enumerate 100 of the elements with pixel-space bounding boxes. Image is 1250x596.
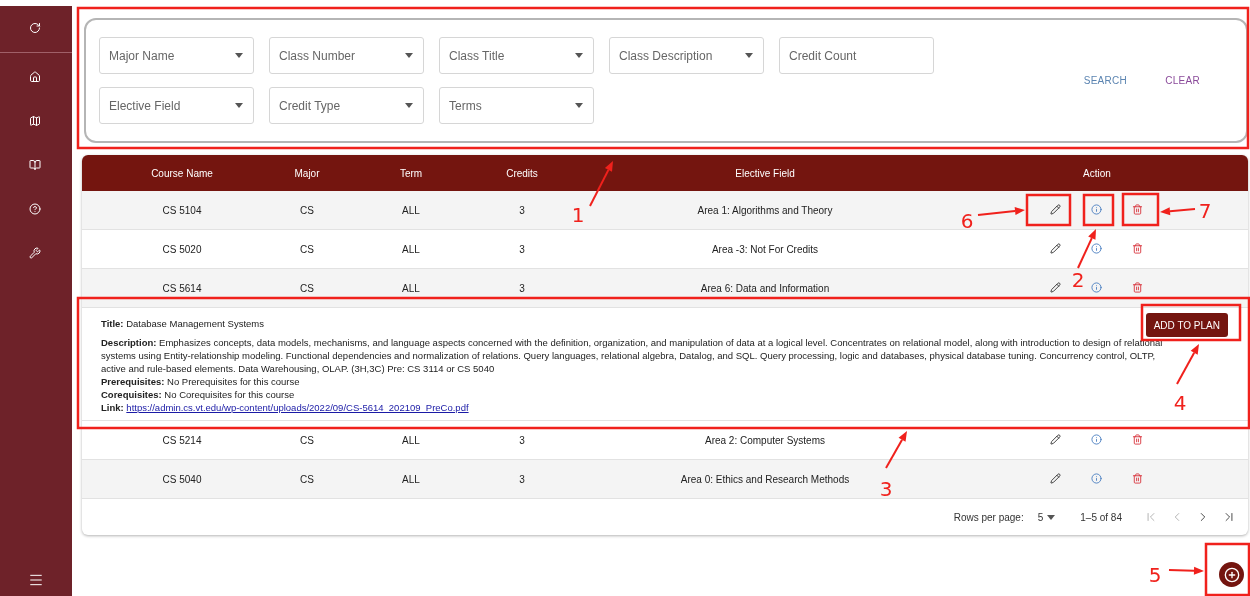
info-icon[interactable]	[1091, 204, 1103, 216]
caret-icon	[745, 53, 753, 58]
table-cell: ALL	[402, 473, 420, 485]
table-cell: CS 5040	[162, 473, 202, 485]
page-range: 1–5 of 84	[1080, 511, 1122, 523]
annotation-number: 7	[1198, 199, 1212, 223]
help-icon[interactable]	[29, 203, 43, 217]
table-cell: Area 2: Computer Systems	[704, 434, 825, 446]
table-cell: CS 5104	[162, 204, 202, 216]
course-title: Title: Database Management Systems	[101, 317, 264, 330]
info-icon[interactable]	[1091, 434, 1103, 446]
table-cell: 3	[519, 204, 525, 216]
menu-icon[interactable]	[28, 572, 44, 588]
edit-icon[interactable]	[1050, 204, 1062, 216]
table-cell: CS	[300, 282, 314, 294]
table-cell: CS	[300, 434, 314, 446]
edit-icon[interactable]	[1050, 434, 1062, 446]
table-cell: Area 6: Data and Information	[700, 282, 830, 294]
detail-text: Description: Emphasizes concepts, data models, mechanisms, and language aspects concerned with the definition, organization, and manipulation of data at a logical level. Concentrates on relational model, along with introduction to design of relational systems using Entity-relationship modeling. Functional dependencies and normalization of relations. Query languages, relational algebra, Datalog, and SQL. Query processing, logic and databases, physical database tuning. Concurrency control, OLTP, active and rule-based elements. Data Warehousing, OLAP. (3H,3C) Pre: CS 3114 or CS 5040	[101, 336, 1164, 375]
circular-arrow-icon[interactable]	[29, 22, 43, 36]
rows-per-page-select[interactable]: 5	[1037, 511, 1056, 523]
course-link[interactable]: https://admin.cs.vt.edu/wp-content/uploads/2022/09/CS-5614_202109_PreCo.pdf	[126, 402, 469, 413]
table-row[interactable]: CS 5214 CS ALL 3 Area 2: Computer Systems	[82, 421, 1248, 460]
table-cell: CS 5214	[162, 434, 202, 446]
input-field[interactable]: Credit Count	[779, 37, 934, 74]
detail-text: Corequisites: No Corequisites for this course	[101, 388, 295, 401]
annotation-box	[1121, 192, 1160, 227]
dropdown[interactable]: Terms	[439, 87, 594, 124]
column-header: Credits	[505, 167, 539, 179]
annotation-arrow	[977, 207, 1025, 216]
add-to-plan-button[interactable]: ADD TO PLAN	[1145, 313, 1228, 337]
table-cell: Area -3: Not For Credits	[711, 243, 819, 255]
annotation-arrow	[1176, 344, 1199, 385]
table-cell: 3	[519, 243, 525, 255]
caret-icon	[405, 53, 413, 58]
rows-per-page-label: Rows per page:	[953, 511, 1024, 523]
dropdown[interactable]: Credit Type	[269, 87, 424, 124]
home-icon[interactable]	[29, 71, 43, 85]
annotation-number: 1	[571, 203, 585, 227]
table-cell: 3	[519, 473, 525, 485]
link-label: Link:	[101, 402, 124, 413]
annotation-arrow	[589, 161, 613, 207]
annotation-arrow	[885, 431, 907, 469]
delete-icon[interactable]	[1132, 434, 1144, 446]
delete-icon[interactable]	[1132, 473, 1144, 485]
edit-icon[interactable]	[1050, 282, 1062, 294]
annotation-number: 3	[879, 477, 893, 501]
table-cell: CS 5614	[162, 282, 202, 294]
table-row[interactable]: CS 5020 CS ALL 3 Area -3: Not For Credits	[82, 230, 1248, 269]
annotation-arrow	[1160, 207, 1196, 216]
table-cell: ALL	[402, 204, 420, 216]
dropdown[interactable]: Major Name	[99, 37, 254, 74]
table-cell: CS 5020	[162, 243, 202, 255]
clear-button[interactable]: CLEAR	[1163, 71, 1202, 90]
dropdown[interactable]: Elective Field	[99, 87, 254, 124]
info-icon[interactable]	[1091, 473, 1103, 485]
table-cell: CS	[300, 243, 314, 255]
table-cell: ALL	[402, 243, 420, 255]
table-cell: Area 0: Ethics and Research Methods	[680, 473, 850, 485]
annotation-number: 2	[1071, 268, 1085, 292]
delete-icon[interactable]	[1132, 204, 1144, 216]
info-icon[interactable]	[1091, 243, 1103, 255]
column-header: Major	[293, 167, 321, 179]
caret-icon	[405, 103, 413, 108]
delete-icon[interactable]	[1132, 243, 1144, 255]
annotation-number: 6	[960, 209, 974, 233]
table-cell: ALL	[402, 282, 420, 294]
table-cell: 3	[519, 434, 525, 446]
search-button[interactable]: SEARCH	[1081, 71, 1130, 90]
table-cell: ALL	[402, 434, 420, 446]
dropdown[interactable]: Class Description	[609, 37, 764, 74]
book-icon[interactable]	[29, 159, 43, 173]
delete-icon[interactable]	[1132, 282, 1144, 294]
info-icon[interactable]	[1091, 282, 1103, 294]
annotation-box	[1082, 193, 1115, 227]
caret-icon	[235, 53, 243, 58]
column-header: Elective Field	[734, 167, 796, 179]
last-page-icon[interactable]	[1222, 510, 1236, 524]
caret-icon	[575, 103, 583, 108]
table-cell: 3	[519, 282, 525, 294]
caret-icon	[1047, 514, 1056, 520]
column-header: Term	[398, 167, 424, 179]
map-icon[interactable]	[29, 115, 43, 129]
table-cell: CS	[300, 204, 314, 216]
detail-text: Prerequisites: No Prerequisites for this course	[101, 375, 300, 388]
column-header: Course Name	[150, 167, 214, 179]
caret-icon	[575, 53, 583, 58]
add-button[interactable]	[1219, 562, 1244, 587]
dropdown[interactable]: Class Number	[269, 37, 424, 74]
annotation-arrow	[1077, 229, 1096, 269]
annotation-arrow	[1168, 566, 1204, 575]
edit-icon[interactable]	[1050, 243, 1062, 255]
edit-icon[interactable]	[1050, 473, 1062, 485]
annotation-box	[1204, 542, 1250, 596]
annotation-box	[1025, 193, 1072, 227]
caret-icon	[235, 103, 243, 108]
column-header: Action	[1082, 167, 1112, 179]
dropdown[interactable]: Class Title	[439, 37, 594, 74]
table-cell: Area 1: Algorithms and Theory	[697, 204, 833, 216]
wrench-icon[interactable]	[29, 247, 43, 261]
